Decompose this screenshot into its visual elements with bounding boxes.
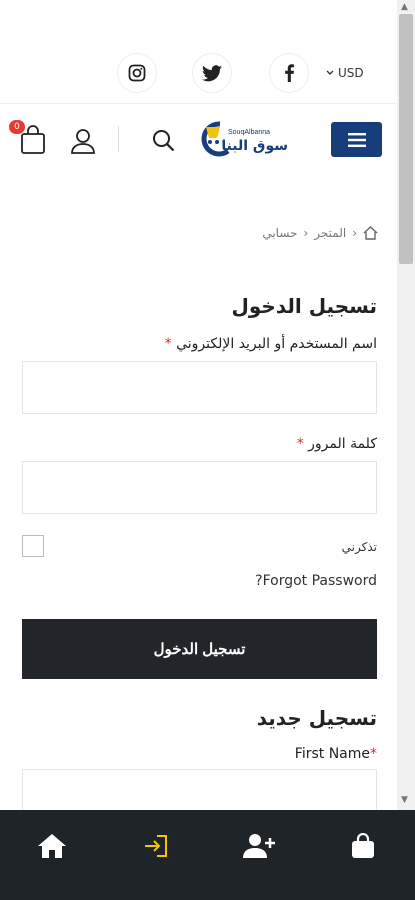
username-input[interactable] <box>22 361 377 414</box>
login-icon <box>144 835 167 857</box>
breadcrumb-account: حسابي <box>262 226 298 240</box>
instagram-icon <box>128 64 146 82</box>
account-button[interactable] <box>70 128 96 158</box>
breadcrumb-shop[interactable]: المتجر <box>314 226 346 240</box>
search-icon <box>153 130 175 152</box>
search-button[interactable] <box>152 129 175 156</box>
chevron-down-icon <box>326 70 334 75</box>
nav-login[interactable] <box>126 828 186 864</box>
breadcrumb: ‹ المتجر ‹ حسابي <box>228 226 378 240</box>
required-marker: * <box>296 436 304 452</box>
instagram-button[interactable] <box>117 53 157 93</box>
logo-image: SouqAlbanna سوق البنا <box>201 121 288 157</box>
home-icon <box>37 834 66 858</box>
remember-me-label: تذكرني <box>341 540 377 554</box>
scroll-down-icon[interactable]: ▼ <box>401 795 408 805</box>
facebook-icon <box>284 64 294 82</box>
breadcrumb-separator-icon: ‹ <box>352 226 357 240</box>
username-label-text: اسم المستخدم أو البريد الإلكتروني <box>176 336 377 352</box>
scroll-up-icon[interactable]: ▲ <box>401 2 408 12</box>
home-icon[interactable] <box>363 226 378 240</box>
nav-cart[interactable] <box>333 828 393 864</box>
header-divider <box>118 126 119 152</box>
twitter-icon <box>202 64 222 81</box>
logo-text-ar: سوق البنا <box>221 138 288 154</box>
site-logo[interactable]: SouqAlbanna سوق البنا <box>200 118 292 162</box>
password-label-text: كلمة المرور <box>308 436 377 452</box>
currency-label: USD <box>338 66 364 80</box>
login-title: تسجيل الدخول <box>231 294 377 318</box>
add-user-icon <box>243 834 276 858</box>
facebook-button[interactable] <box>269 53 309 93</box>
shopping-bag-icon <box>352 833 375 858</box>
password-label: كلمة المرور * <box>297 436 377 452</box>
cart-count-badge: 0 <box>9 120 25 134</box>
first-name-label-text: First Name <box>294 746 370 762</box>
first-name-label: *First Name <box>295 746 377 762</box>
currency-selector[interactable]: USD <box>326 66 364 80</box>
breadcrumb-separator-icon: ‹ <box>303 226 309 240</box>
user-icon <box>71 129 95 154</box>
hamburger-icon <box>347 132 366 147</box>
login-button[interactable]: تسجيل الدخول <box>22 619 377 679</box>
register-title: تسجيل جديد <box>256 706 377 730</box>
scrollbar-thumb[interactable] <box>399 14 413 264</box>
password-input[interactable] <box>22 461 377 514</box>
bottom-navigation <box>0 810 415 900</box>
required-marker: * <box>370 746 377 762</box>
forgot-password-link[interactable]: Forgot Password? <box>255 573 377 589</box>
username-label: اسم المستخدم أو البريد الإلكتروني * <box>165 336 377 352</box>
menu-button[interactable] <box>331 122 382 157</box>
required-marker: * <box>164 336 172 352</box>
nav-register[interactable] <box>229 828 289 864</box>
twitter-button[interactable] <box>192 53 232 93</box>
remember-me-checkbox[interactable] <box>22 535 44 557</box>
logo-text-en: SouqAlbanna <box>228 129 270 136</box>
nav-home[interactable] <box>22 828 82 864</box>
